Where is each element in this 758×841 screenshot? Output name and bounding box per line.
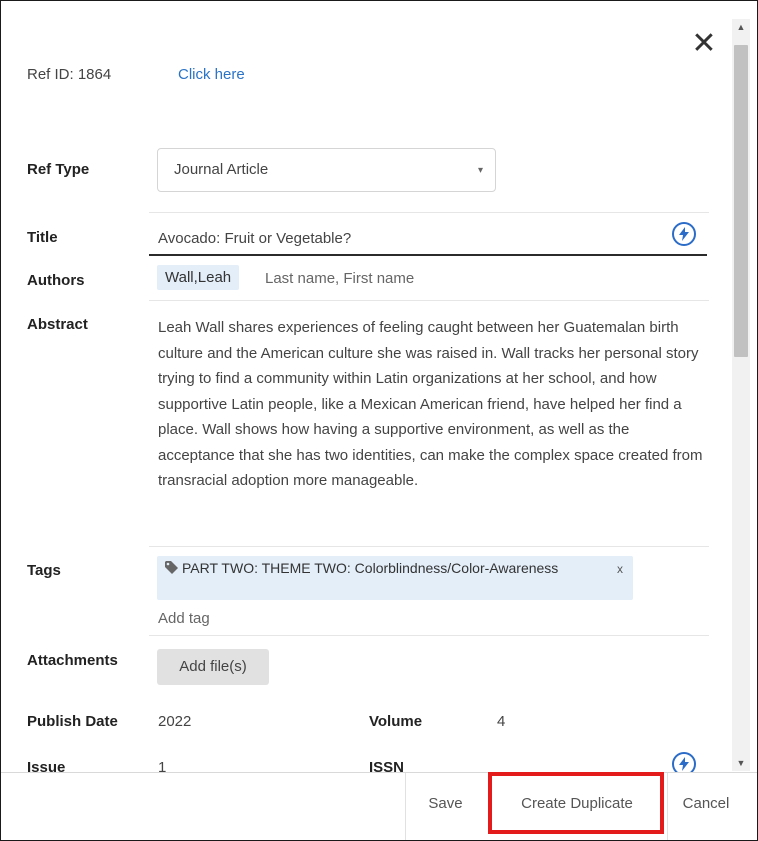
scroll-up-arrow-icon[interactable]: ▲ <box>732 19 750 35</box>
divider <box>149 212 709 213</box>
issn-label: ISSN <box>369 759 405 773</box>
tag-remove-button[interactable]: x <box>617 560 623 578</box>
add-tag-input[interactable]: Add tag <box>158 610 210 627</box>
attachments-label: Attachments <box>27 652 118 669</box>
issue-field[interactable]: 1 <box>158 759 166 773</box>
close-icon[interactable]: ✕ <box>689 29 719 59</box>
issue-label: Issue <box>27 759 66 773</box>
tag-chip[interactable]: PART TWO: THEME TWO: Colorblindness/Colo… <box>157 556 633 600</box>
volume-field[interactable]: 4 <box>497 713 505 730</box>
chevron-down-icon: ▾ <box>477 165 483 176</box>
tag-chip-label: PART TWO: THEME TWO: Colorblindness/Colo… <box>182 560 559 576</box>
dialog-content: Ref ID: 1864 Click here Ref Type Journal… <box>1 1 732 773</box>
save-button[interactable]: Save <box>406 773 485 840</box>
author-chip[interactable]: Wall,Leah <box>157 265 240 290</box>
tag-icon <box>165 560 178 578</box>
title-label: Title <box>27 229 58 246</box>
volume-label: Volume <box>369 713 423 730</box>
ref-type-label: Ref Type <box>27 161 90 178</box>
abstract-label: Abstract <box>27 316 88 333</box>
publish-date-label: Publish Date <box>27 713 118 730</box>
ref-id: Ref ID: 1864 <box>27 66 112 83</box>
lightning-icon[interactable] <box>672 752 696 773</box>
click-here-link[interactable]: Click here <box>178 66 245 83</box>
scroll-down-arrow-icon[interactable]: ▼ <box>732 755 750 771</box>
scroll-thumb[interactable] <box>734 45 748 357</box>
title-field[interactable]: Avocado: Fruit or Vegetable? <box>158 230 351 247</box>
lightning-icon[interactable] <box>672 222 696 246</box>
divider <box>149 546 709 547</box>
reference-edit-dialog: Ref ID: 1864 Click here Ref Type Journal… <box>0 0 758 841</box>
divider <box>149 635 709 636</box>
scrollbar[interactable]: ▲ ▼ <box>732 19 750 771</box>
divider <box>149 300 709 301</box>
cancel-button[interactable]: Cancel <box>668 773 744 840</box>
highlight-box <box>488 772 664 834</box>
author-input[interactable]: Last name, First name <box>265 270 414 287</box>
ref-type-value: Journal Article <box>174 161 269 178</box>
authors-label: Authors <box>27 272 85 289</box>
title-underline <box>149 254 707 256</box>
add-files-button[interactable]: Add file(s) <box>157 649 269 685</box>
publish-date-field[interactable]: 2022 <box>158 713 191 730</box>
tags-label: Tags <box>27 562 61 579</box>
ref-type-select[interactable]: Journal Article ▾ <box>157 148 496 192</box>
abstract-text[interactable]: Leah Wall shares experiences of feeling … <box>158 315 706 494</box>
